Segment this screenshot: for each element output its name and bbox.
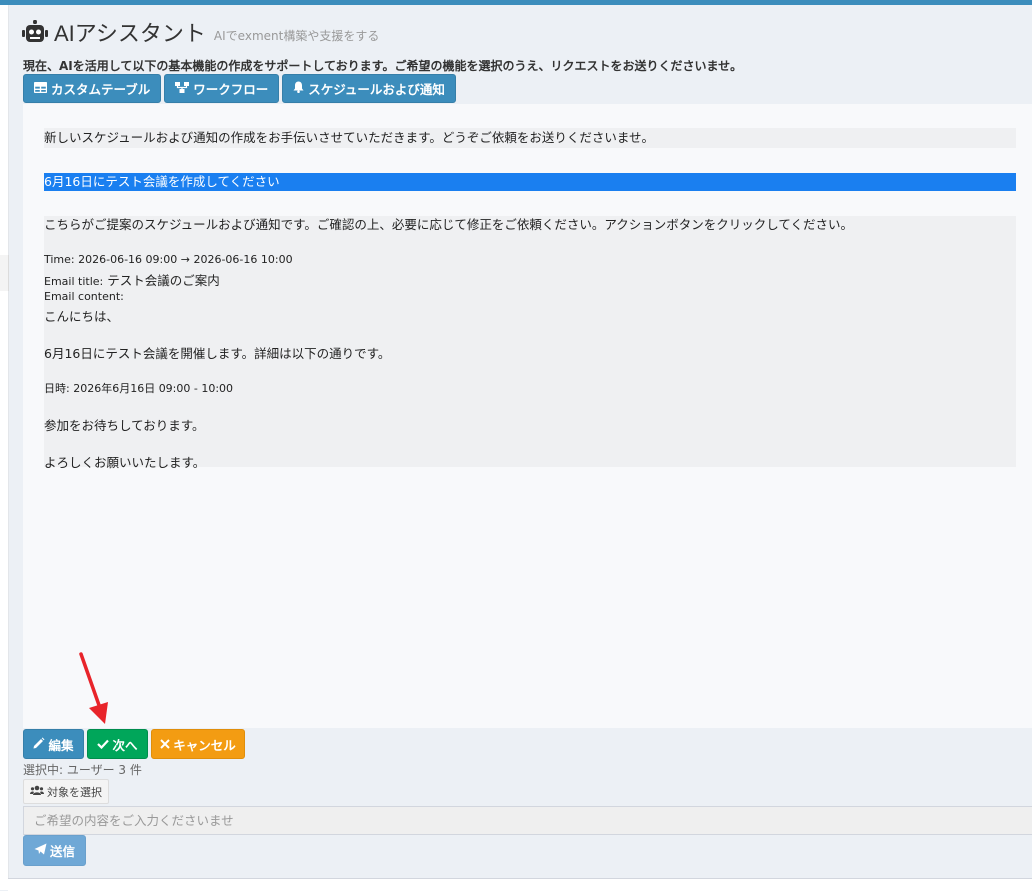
- top-accent-bar: [0, 0, 1032, 5]
- footer-edge: [8, 878, 1032, 891]
- select-target-button[interactable]: 対象を選択: [23, 779, 109, 804]
- request-input[interactable]: [23, 806, 1032, 835]
- page-subtitle: AIでexment構築や支援をする: [213, 28, 380, 43]
- tab-workflow[interactable]: ワークフロー: [164, 74, 280, 103]
- email-content-label: Email content:: [44, 290, 124, 303]
- feature-description: 現在、AIを活用して以下の基本機能の作成をサポートしております。ご希望の機能を選…: [23, 59, 743, 73]
- proposal-actions: 編集 次へ キャンセル: [23, 729, 245, 759]
- feature-tabs: カスタムテーブル ワークフロー スケジュールおよび通知: [23, 74, 456, 103]
- page-title: AIアシスタント: [54, 21, 206, 46]
- select-target-label: 対象を選択: [47, 785, 102, 799]
- tab-custom-table[interactable]: カスタムテーブル: [23, 74, 162, 103]
- user-message: 6月16日にテスト会議を作成してください: [44, 173, 1016, 191]
- sidebar-toggle-handle[interactable]: [0, 255, 9, 291]
- annotation-arrow-icon: [79, 652, 108, 724]
- proposal-email-title: Email title: テスト会議のご案内: [44, 270, 220, 289]
- proposal-intro: こちらがご提案のスケジュールおよび通知です。ご確認の上、必要に応じて修正をご依頼…: [44, 217, 854, 232]
- next-button-label: 次へ: [112, 737, 138, 753]
- email-title-value: テスト会議のご案内: [107, 273, 220, 288]
- chat-panel: 新しいスケジュールおよび通知の作成をお手伝いさせていただきます。どうぞご依頼をお…: [23, 104, 1032, 728]
- page-header: AIアシスタント AIでexment構築や支援をする: [22, 16, 379, 48]
- cancel-button-label: キャンセル: [173, 737, 236, 753]
- bot-message-intro: 新しいスケジュールおよび通知の作成をお手伝いさせていただきます。どうぞご依頼をお…: [44, 128, 1016, 148]
- left-sidebar-edge: [0, 5, 9, 890]
- proposal-time: Time: 2026-06-16 09:00 → 2026-06-16 10:0…: [44, 253, 293, 266]
- email-title-label: Email title:: [44, 275, 104, 288]
- send-button-label: 送信: [49, 844, 75, 859]
- email-content-line: 参加をお待ちしております。: [44, 418, 205, 433]
- cancel-button[interactable]: キャンセル: [151, 729, 245, 759]
- email-content-line: よろしくお願いいたします。: [44, 455, 206, 470]
- paper-plane-icon: [34, 843, 47, 858]
- email-content-line: こんにちは、: [44, 309, 120, 324]
- close-icon: [160, 737, 170, 752]
- robot-icon: [22, 20, 48, 44]
- edit-button[interactable]: 編集: [23, 729, 84, 759]
- sitemap-icon: [175, 81, 190, 96]
- table-icon: [33, 81, 48, 96]
- tab-custom-table-label: カスタムテーブル: [51, 82, 151, 97]
- send-button[interactable]: 送信: [23, 835, 86, 866]
- tab-schedule-notification[interactable]: スケジュールおよび通知: [282, 74, 456, 103]
- next-button[interactable]: 次へ: [87, 729, 148, 759]
- tab-schedule-notification-label: スケジュールおよび通知: [308, 82, 445, 97]
- tab-workflow-label: ワークフロー: [193, 82, 269, 97]
- check-icon: [97, 737, 110, 752]
- pencil-icon: [33, 737, 45, 752]
- email-content-line: 6月16日にテスト会議を開催します。詳細は以下の通りです。: [44, 346, 391, 361]
- bell-icon: [293, 81, 304, 96]
- email-content-line: 日時: 2026年6月16日 09:00 - 10:00: [44, 382, 234, 395]
- edit-button-label: 編集: [48, 737, 74, 753]
- users-icon: [30, 785, 44, 798]
- bot-message-proposal: こちらがご提案のスケジュールおよび通知です。ご確認の上、必要に応じて修正をご依頼…: [44, 216, 1016, 470]
- selection-info: 選択中: ユーザー 3 件: [23, 763, 142, 777]
